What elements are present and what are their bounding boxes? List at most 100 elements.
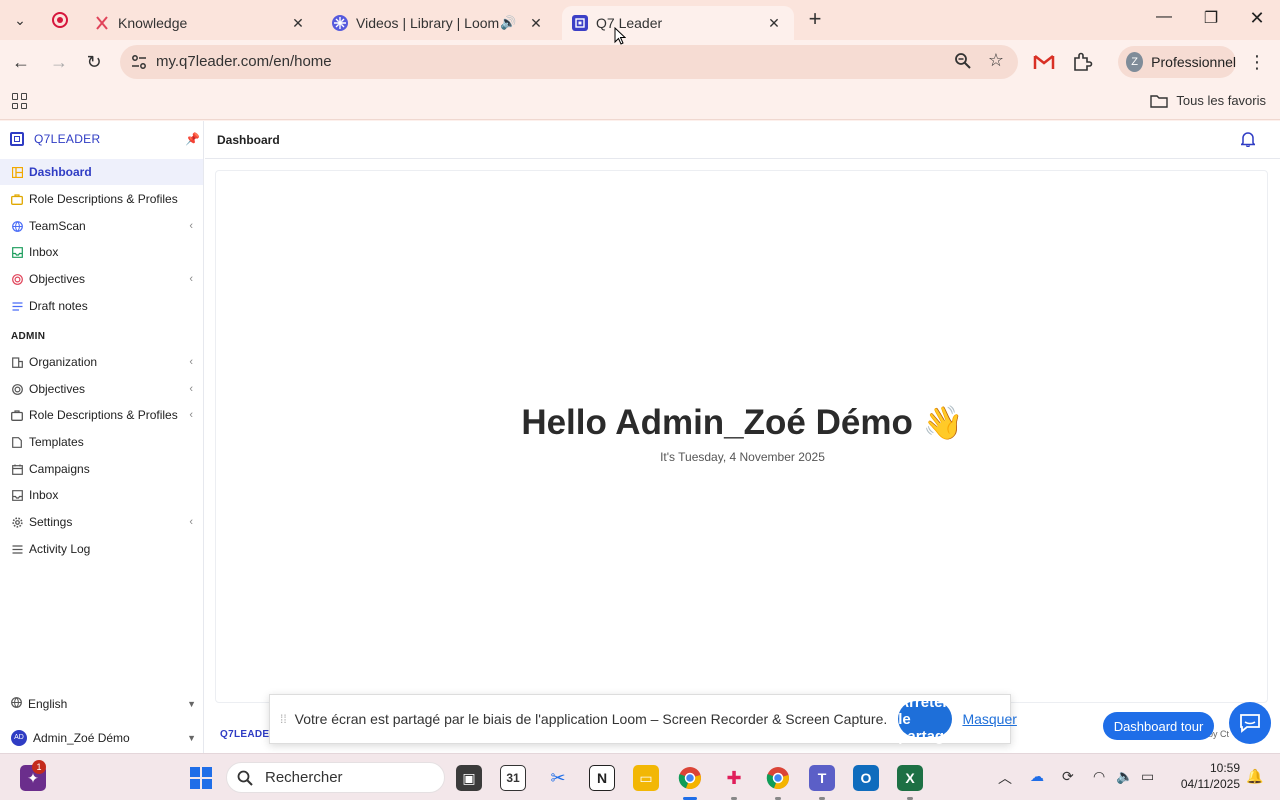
- stop-sharing-button[interactable]: Arrêter le partage: [898, 694, 953, 745]
- hide-button[interactable]: Masquer: [962, 711, 1016, 727]
- excel-icon[interactable]: X: [897, 765, 923, 791]
- sidebar-item-label: TeamScan: [29, 219, 86, 233]
- windows-start-icon[interactable]: [188, 765, 214, 791]
- language-selector[interactable]: English ▼: [11, 697, 196, 711]
- slack-icon[interactable]: ✚: [721, 765, 747, 791]
- profile-avatar: Z: [1126, 52, 1144, 72]
- browser-toolbar: ← → ↻ my.q7leader.com/en/home ☆ Z Profes…: [0, 40, 1280, 84]
- sidebar-item-templates[interactable]: Templates: [0, 429, 203, 455]
- chat-icon: [1240, 714, 1260, 733]
- apps-grid-icon[interactable]: [12, 93, 28, 109]
- greeting-text: Hello Admin_Zoé Démo: [521, 403, 913, 442]
- sidebar-item-draft-notes[interactable]: Draft notes: [0, 293, 203, 319]
- file-explorer-icon[interactable]: ▭: [633, 765, 659, 791]
- teams-icon[interactable]: T: [809, 765, 835, 791]
- show-hidden-icons-icon[interactable]: ︿: [998, 768, 1012, 788]
- reload-icon[interactable]: ↻: [82, 50, 106, 74]
- wifi-icon[interactable]: ◠: [1093, 768, 1105, 785]
- extensions-icon[interactable]: [1071, 51, 1093, 73]
- battery-icon[interactable]: ▭: [1141, 768, 1154, 785]
- sidebar-item-admin-objectives[interactable]: Objectives ‹: [0, 376, 203, 402]
- notion-icon[interactable]: N: [589, 765, 615, 791]
- browser-menu-icon[interactable]: ⋮: [1248, 52, 1266, 73]
- chrome-profile-icon[interactable]: [765, 765, 791, 791]
- bell-icon[interactable]: [1241, 131, 1255, 147]
- waving-hand-icon: 👋: [922, 404, 964, 441]
- address-bar[interactable]: my.q7leader.com/en/home ☆: [120, 45, 1018, 79]
- sidebar-item-label: Inbox: [29, 488, 59, 502]
- bookmark-star-icon[interactable]: ☆: [988, 50, 1004, 71]
- forward-icon[interactable]: →: [47, 50, 71, 74]
- admin-section-heading: ADMIN: [11, 331, 46, 342]
- chrome-icon[interactable]: [677, 765, 703, 791]
- onedrive-icon[interactable]: ☁: [1030, 768, 1044, 785]
- sidebar-item-inbox[interactable]: Inbox: [0, 239, 203, 265]
- caret-down-icon: ▼: [187, 699, 196, 709]
- sidebar-item-label: Settings: [29, 515, 73, 529]
- task-view-icon[interactable]: ▣: [456, 765, 482, 791]
- q7-icon: [572, 15, 588, 31]
- sidebar-item-activity-log[interactable]: Activity Log: [0, 536, 203, 562]
- profile-button[interactable]: Z Professionnel: [1118, 46, 1236, 78]
- site-settings-icon[interactable]: [130, 53, 148, 71]
- language-label: English: [28, 697, 68, 711]
- calendar-app-icon[interactable]: 31: [500, 765, 526, 791]
- tab-loom[interactable]: Videos | Library | Loom 🔊 ✕: [322, 6, 556, 40]
- tab-search-chevron-icon[interactable]: ⌄: [8, 8, 32, 32]
- language-globe-icon: [11, 697, 22, 711]
- chat-support-button[interactable]: [1229, 702, 1271, 744]
- screen-share-notification: ⁞⁞ Votre écran est partagé par le biais …: [269, 694, 1017, 745]
- notifications-bell-icon[interactable]: 🔔: [1246, 768, 1263, 785]
- target-icon: [11, 273, 23, 285]
- tab-title: Knowledge: [118, 15, 188, 31]
- recording-icon[interactable]: [52, 12, 68, 28]
- taskbar-search[interactable]: Rechercher: [226, 762, 445, 793]
- sidebar-item-teamscan[interactable]: TeamScan ‹: [0, 213, 203, 239]
- chevron-left-icon: ‹: [189, 220, 193, 232]
- calendar-icon: [11, 463, 23, 475]
- bookmarks-bar: Tous les favoris: [0, 84, 1280, 120]
- gmail-icon[interactable]: [1033, 53, 1055, 71]
- new-tab-button[interactable]: +: [804, 8, 826, 31]
- tab-knowledge[interactable]: Knowledge ✕: [84, 6, 318, 40]
- inbox-icon: [11, 246, 23, 258]
- drag-handle-icon[interactable]: ⁞⁞: [280, 712, 287, 726]
- sidebar-item-settings[interactable]: Settings ‹: [0, 509, 203, 535]
- sidebar-item-objectives[interactable]: Objectives ‹: [0, 266, 203, 292]
- sidebar-item-organization[interactable]: Organization ‹: [0, 349, 203, 375]
- sidebar-item-role-descriptions[interactable]: Role Descriptions & Profiles: [0, 186, 203, 212]
- dashboard-panel: Hello Admin_Zoé Démo 👋 It's Tuesday, 4 N…: [215, 170, 1268, 703]
- sidebar-item-campaigns[interactable]: Campaigns: [0, 456, 203, 482]
- page-header: Dashboard: [205, 121, 1280, 159]
- speaker-icon[interactable]: 🔊: [500, 15, 522, 31]
- pin-icon[interactable]: 📌: [185, 132, 200, 146]
- user-menu[interactable]: AD Admin_Zoé Démo ▼: [11, 730, 196, 746]
- sidebar-item-admin-role-descriptions[interactable]: Role Descriptions & Profiles ‹: [0, 402, 203, 428]
- back-icon[interactable]: ←: [9, 50, 33, 74]
- close-tab-icon[interactable]: ✕: [288, 15, 308, 32]
- close-window-icon[interactable]: ✕: [1245, 8, 1269, 32]
- q7leader-logo-icon: [10, 132, 24, 146]
- sidebar-item-dashboard[interactable]: Dashboard: [0, 159, 203, 185]
- all-bookmarks-button[interactable]: Tous les favoris: [1150, 93, 1266, 108]
- chevron-left-icon: ‹: [189, 409, 193, 421]
- search-placeholder: Rechercher: [265, 769, 343, 786]
- taskbar-clock[interactable]: 10:59 04/11/2025: [1181, 760, 1240, 792]
- caret-down-icon: ▼: [187, 733, 196, 743]
- restore-icon[interactable]: ❐: [1199, 8, 1223, 32]
- outlook-icon[interactable]: O: [853, 765, 879, 791]
- dashboard-tour-button[interactable]: Dashboard tour: [1103, 712, 1214, 740]
- sidebar-item-admin-inbox[interactable]: Inbox: [0, 482, 203, 508]
- volume-icon[interactable]: 🔈: [1116, 768, 1133, 785]
- close-tab-icon[interactable]: ✕: [764, 15, 784, 32]
- zoom-icon[interactable]: [954, 52, 972, 70]
- tab-q7-leader[interactable]: Q7 Leader ✕: [562, 6, 794, 40]
- minimize-icon[interactable]: —: [1152, 8, 1176, 32]
- sync-icon[interactable]: ⟳: [1062, 768, 1074, 785]
- brand[interactable]: Q7LEADER: [10, 132, 100, 146]
- snipping-tool-icon[interactable]: ✂: [545, 765, 571, 791]
- knowledge-icon: [94, 15, 110, 31]
- close-tab-icon[interactable]: ✕: [526, 15, 546, 32]
- target-icon: [11, 383, 23, 395]
- url-text[interactable]: my.q7leader.com/en/home: [156, 53, 332, 70]
